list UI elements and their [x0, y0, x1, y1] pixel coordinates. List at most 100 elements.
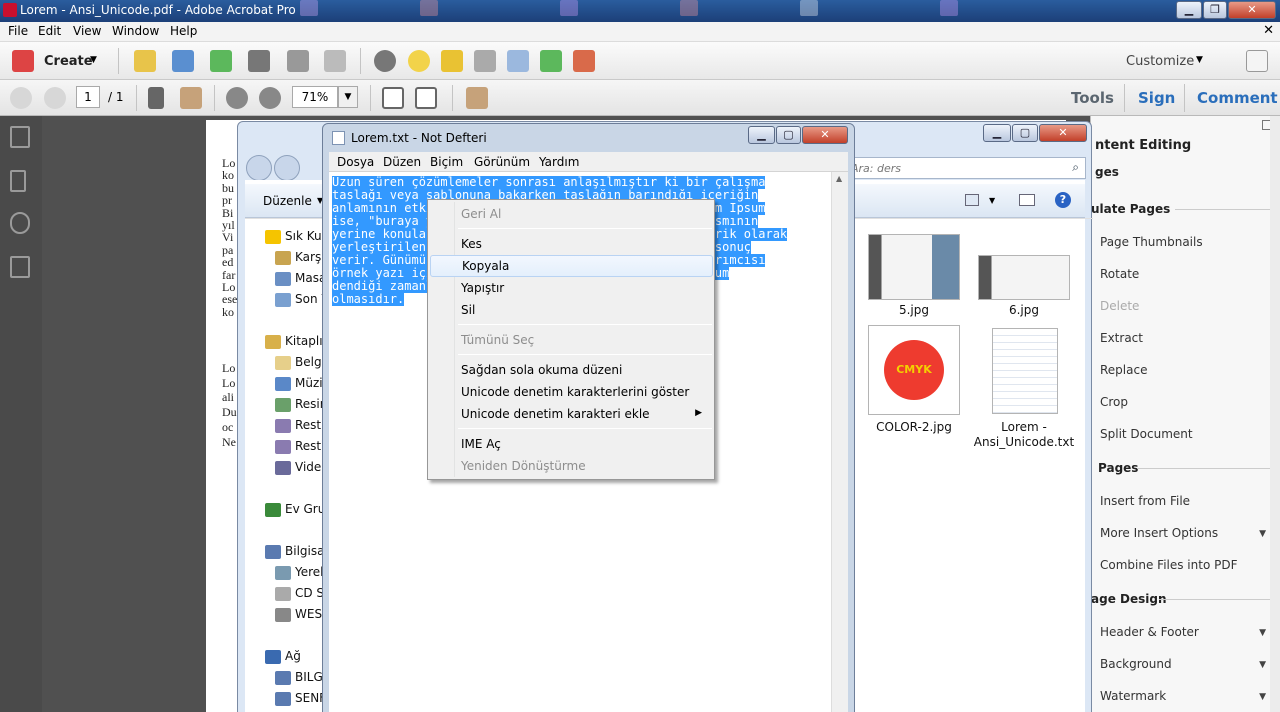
edit-document-icon[interactable] — [287, 50, 309, 72]
panel-item[interactable]: Background — [1100, 657, 1172, 671]
chevron-down-icon[interactable]: ▼ — [1259, 692, 1266, 702]
bookmark-icon[interactable] — [10, 170, 26, 192]
image-thumbnail[interactable] — [978, 255, 1070, 300]
explorer-minimize-button[interactable]: ▁ — [983, 124, 1011, 142]
back-icon[interactable] — [246, 155, 272, 181]
tab-tools[interactable]: Tools — [1071, 89, 1114, 107]
preview-pane-icon[interactable] — [1019, 194, 1035, 206]
next-page-icon[interactable] — [44, 87, 66, 109]
menu-dosya[interactable]: Dosya — [337, 155, 374, 169]
print-icon[interactable] — [248, 50, 270, 72]
panel-item[interactable]: Watermark — [1100, 689, 1166, 703]
nav-item[interactable]: Rest — [295, 418, 321, 432]
view-options-icon[interactable] — [965, 194, 979, 206]
nav-item[interactable]: CD S — [295, 586, 324, 600]
menu-bicim[interactable]: Biçim — [430, 155, 463, 169]
search-input[interactable]: Ara: ders ⌕ — [838, 157, 1086, 179]
file-name[interactable]: 5.jpg — [868, 303, 960, 317]
menu-help[interactable]: Help — [170, 24, 197, 38]
comment-bubble-icon[interactable] — [408, 50, 430, 72]
menu-edit[interactable]: Edit — [38, 24, 61, 38]
file-name[interactable]: 6.jpg — [978, 303, 1070, 317]
image-thumbnail[interactable] — [868, 234, 960, 300]
hand-tool-icon[interactable] — [180, 87, 202, 109]
restore-button[interactable]: ❐ — [1203, 1, 1227, 19]
file-name[interactable]: Lorem - — [972, 420, 1076, 434]
panel-section-title[interactable]: ntent Editing — [1095, 138, 1191, 153]
zoom-input[interactable]: 71% — [292, 86, 338, 108]
context-menu-item[interactable]: Sil — [428, 299, 714, 321]
text-line[interactable]: Uzun süren çözümlemeler sonrası anlaşılm… — [332, 176, 828, 189]
chevron-down-icon[interactable]: ▼ — [1259, 660, 1266, 670]
read-aloud-icon[interactable] — [466, 87, 488, 109]
chevron-down-icon[interactable]: ▼ — [90, 55, 97, 65]
export-icon[interactable] — [540, 50, 562, 72]
menu-view[interactable]: View — [73, 24, 101, 38]
chevron-down-icon[interactable]: ▼ — [989, 196, 995, 205]
tab-comment[interactable]: Comment — [1197, 89, 1278, 107]
nav-item[interactable]: Rest — [295, 439, 321, 453]
forward-icon[interactable] — [274, 155, 300, 181]
certify-icon[interactable] — [474, 50, 496, 72]
image-thumbnail[interactable]: CMYK — [868, 325, 960, 415]
context-menu-item[interactable]: Sağdan sola okuma düzeni — [428, 359, 714, 381]
tab-sign[interactable]: Sign — [1138, 89, 1175, 107]
panel-item[interactable]: Crop — [1100, 395, 1128, 409]
file-name[interactable]: COLOR-2.jpg — [860, 420, 968, 434]
nav-item[interactable]: Ağ — [285, 649, 301, 663]
panel-item[interactable]: Split Document — [1100, 427, 1193, 441]
read-mode-icon[interactable] — [507, 50, 529, 72]
menu-duzen[interactable]: Düzen — [383, 155, 421, 169]
context-menu-item[interactable]: Yapıştır — [428, 277, 714, 299]
zoom-dropdown-icon[interactable]: ▼ — [338, 86, 358, 108]
menu-gorunum[interactable]: Görünüm — [474, 155, 530, 169]
fit-width-icon[interactable] — [415, 87, 437, 109]
save-icon[interactable] — [172, 50, 194, 72]
fit-page-icon[interactable] — [382, 87, 404, 109]
gear-icon[interactable] — [374, 50, 396, 72]
document-close-icon[interactable]: ✕ — [1263, 23, 1274, 38]
menu-file[interactable]: File — [8, 24, 28, 38]
zoom-out-icon[interactable] — [226, 87, 248, 109]
text-file-icon[interactable] — [992, 328, 1058, 414]
chevron-down-icon[interactable]: ▼ — [1196, 55, 1203, 65]
page-thumbnails-icon[interactable] — [10, 126, 30, 148]
context-menu-item[interactable]: Kopyala — [430, 255, 713, 277]
file-name[interactable]: Ansi_Unicode.txt — [966, 435, 1082, 449]
sign-form-icon[interactable] — [573, 50, 595, 72]
notepad-close-button[interactable]: ✕ — [802, 126, 848, 144]
panel-item[interactable]: More Insert Options — [1100, 526, 1218, 540]
customize-button[interactable]: Customize — [1126, 54, 1194, 69]
context-menu-item[interactable]: Unicode denetim karakterlerini göster — [428, 381, 714, 403]
panel-item[interactable]: Extract — [1100, 331, 1143, 345]
panel-subsection[interactable]: ges — [1095, 165, 1119, 179]
signature-icon[interactable] — [10, 256, 30, 278]
chevron-down-icon[interactable]: ▼ — [1259, 628, 1266, 638]
panel-item[interactable]: Insert from File — [1100, 494, 1190, 508]
select-arrow-icon[interactable] — [148, 87, 164, 109]
page-number-input[interactable]: 1 — [76, 86, 100, 108]
nav-item[interactable]: Karşı — [295, 250, 325, 264]
context-menu-item[interactable]: Kes — [428, 233, 714, 255]
open-folder-icon[interactable] — [134, 50, 156, 72]
chevron-down-icon[interactable]: ▼ — [1259, 529, 1266, 539]
previous-page-icon[interactable] — [10, 87, 32, 109]
menu-window[interactable]: Window — [112, 24, 159, 38]
explorer-close-button[interactable]: ✕ — [1039, 124, 1087, 142]
context-menu-item[interactable]: IME Aç — [428, 433, 714, 455]
panel-item[interactable]: Header & Footer — [1100, 625, 1199, 639]
minimize-button[interactable]: ▁ — [1176, 1, 1202, 19]
organize-button[interactable]: Düzenle — [263, 194, 312, 208]
explorer-maximize-button[interactable]: ▢ — [1012, 124, 1038, 142]
upload-cloud-icon[interactable] — [210, 50, 232, 72]
panel-item[interactable]: Rotate — [1100, 267, 1139, 281]
panel-scrollbar[interactable] — [1270, 116, 1280, 712]
panel-item[interactable]: Replace — [1100, 363, 1147, 377]
nav-item[interactable]: Müzi — [295, 376, 323, 390]
search-icon[interactable]: ⌕ — [1072, 160, 1079, 175]
notepad-minimize-button[interactable]: ▁ — [748, 126, 775, 144]
notepad-maximize-button[interactable]: ▢ — [776, 126, 801, 144]
highlight-icon[interactable] — [441, 50, 463, 72]
panel-item[interactable]: Combine Files into PDF — [1100, 558, 1238, 572]
fullscreen-icon[interactable] — [1246, 50, 1268, 72]
